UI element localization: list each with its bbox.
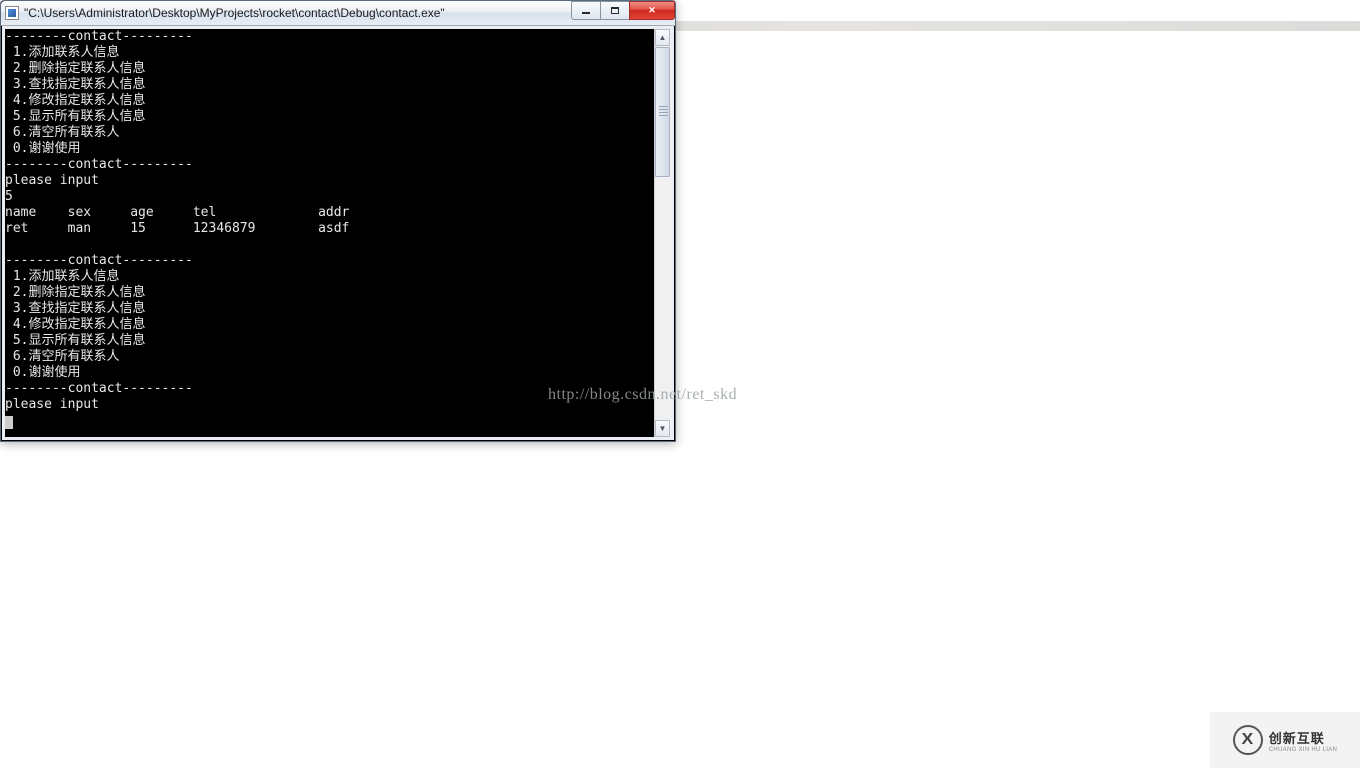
minimize-icon	[582, 12, 590, 14]
banner-line: --------contact---------	[5, 29, 193, 44]
scroll-thumb[interactable]	[655, 47, 670, 177]
logo-en-text: CHUANG XIN HU LIAN	[1269, 747, 1337, 753]
scroll-down-button[interactable]: ▼	[655, 420, 670, 437]
banner-line: --------contact---------	[5, 253, 193, 268]
footer-logo: X 创新互联 CHUANG XIN HU LIAN	[1210, 712, 1360, 768]
chevron-down-icon: ▼	[659, 424, 667, 433]
banner-line: --------contact---------	[5, 157, 193, 172]
menu-item-0: 0.谢谢使用	[5, 365, 80, 380]
banner-line: --------contact---------	[5, 381, 193, 396]
prompt-line: please input	[5, 397, 99, 412]
user-input: 5	[5, 189, 13, 204]
menu-item-4: 4.修改指定联系人信息	[5, 317, 145, 332]
menu-item-4: 4.修改指定联系人信息	[5, 93, 145, 108]
cursor-icon	[5, 416, 13, 429]
prompt-line: please input	[5, 173, 99, 188]
console-area: --------contact--------- 1.添加联系人信息 2.删除指…	[2, 26, 674, 440]
watermark-text: http://blog.csdn.net/ret_skd	[548, 386, 737, 404]
maximize-icon	[611, 7, 619, 14]
logo-cn-text: 创新互联	[1269, 728, 1337, 747]
window-title: "C:\Users\Administrator\Desktop\MyProjec…	[24, 6, 572, 20]
close-button[interactable]: ✕	[629, 1, 675, 20]
menu-item-3: 3.查找指定联系人信息	[5, 77, 145, 92]
menu-item-2: 2.删除指定联系人信息	[5, 61, 145, 76]
menu-item-6: 6.清空所有联系人	[5, 125, 119, 140]
menu-item-1: 1.添加联系人信息	[5, 45, 119, 60]
app-icon	[5, 6, 19, 20]
menu-item-2: 2.删除指定联系人信息	[5, 285, 145, 300]
menu-item-0: 0.谢谢使用	[5, 141, 80, 156]
table-row: ret man 15 12346879 asdf	[5, 221, 349, 236]
console-output[interactable]: --------contact--------- 1.添加联系人信息 2.删除指…	[5, 29, 654, 437]
titlebar[interactable]: "C:\Users\Administrator\Desktop\MyProjec…	[1, 1, 675, 26]
menu-item-3: 3.查找指定联系人信息	[5, 301, 145, 316]
menu-item-1: 1.添加联系人信息	[5, 269, 119, 284]
vertical-scrollbar[interactable]: ▲ ▼	[654, 29, 671, 437]
console-window: "C:\Users\Administrator\Desktop\MyProjec…	[0, 0, 676, 442]
scroll-up-button[interactable]: ▲	[655, 29, 670, 46]
menu-item-6: 6.清空所有联系人	[5, 349, 119, 364]
chevron-up-icon: ▲	[659, 33, 667, 42]
maximize-button[interactable]	[600, 1, 630, 20]
minimize-button[interactable]	[571, 1, 601, 20]
close-icon: ✕	[648, 5, 656, 16]
logo-icon: X	[1233, 725, 1263, 755]
table-header: name sex age tel addr	[5, 205, 349, 220]
window-controls: ✕	[572, 1, 675, 20]
scroll-grip-icon	[659, 106, 668, 116]
menu-item-5: 5.显示所有联系人信息	[5, 109, 145, 124]
menu-item-5: 5.显示所有联系人信息	[5, 333, 145, 348]
